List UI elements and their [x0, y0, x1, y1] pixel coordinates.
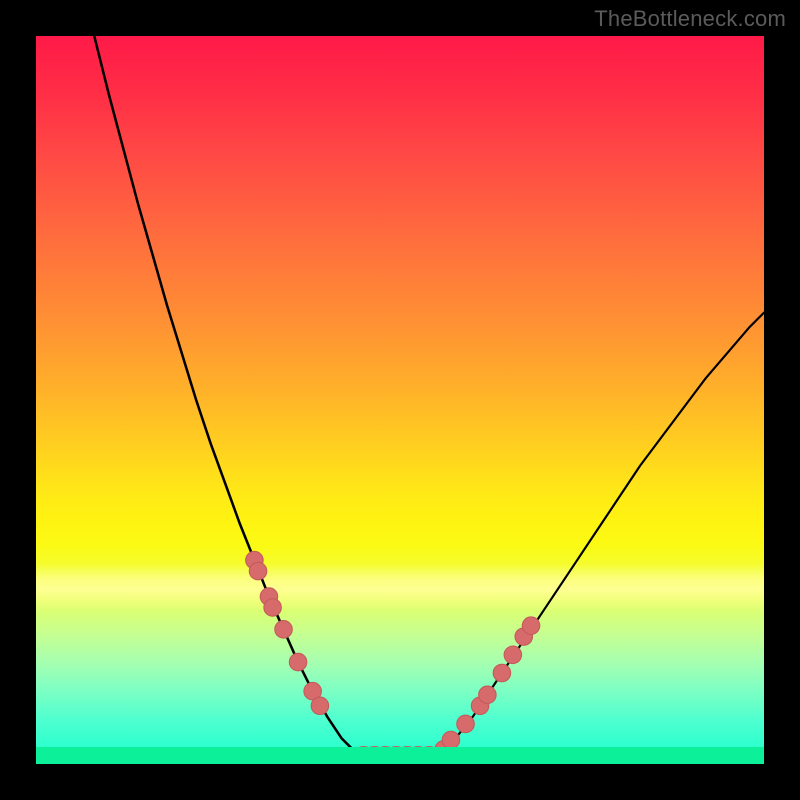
curve-dot [435, 741, 452, 758]
curve-dot [457, 715, 474, 732]
curve-dots-right [435, 617, 540, 758]
curve-dot [385, 747, 408, 764]
curve-dot [289, 653, 306, 670]
curve-dot [264, 599, 281, 616]
curve-dot [352, 747, 375, 764]
watermark-text: TheBottleneck.com [594, 6, 786, 32]
curve-dot [493, 664, 510, 681]
curve-dot [374, 747, 397, 764]
curve-dot [275, 621, 292, 638]
curve-dot [504, 646, 521, 663]
curve-dot [249, 562, 266, 579]
curve-dot [442, 731, 459, 748]
chart-stage: TheBottleneck.com [0, 0, 800, 800]
bottleneck-curve-left [94, 36, 363, 758]
bottleneck-curve-right [429, 313, 764, 759]
plot-area [36, 36, 764, 764]
curve-dot [515, 628, 532, 645]
curve-dot [396, 747, 419, 764]
flat-segment-dots [352, 747, 441, 764]
curve-dot [417, 747, 440, 764]
curve-dot [246, 551, 263, 568]
curve-dot [479, 686, 496, 703]
curve-dots-left [246, 551, 329, 714]
curve-dot [304, 682, 321, 699]
curve-dot [407, 747, 430, 764]
curve-dot [260, 588, 277, 605]
curve-dot [522, 617, 539, 634]
curve-dot [311, 697, 328, 714]
curve-dot [363, 747, 386, 764]
chart-overlay-svg [36, 36, 764, 764]
curve-dot [471, 697, 488, 714]
